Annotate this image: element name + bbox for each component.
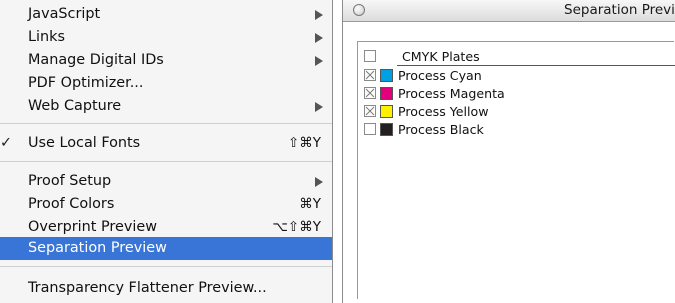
header-underline [397, 65, 675, 66]
separation-preview-window: Separation Preview CMYK Plates Process C… [342, 0, 675, 303]
menu-item-manage-digital-ids[interactable]: Manage Digital IDs [0, 49, 332, 72]
magenta-swatch [380, 87, 393, 100]
menu-item-label: Separation Preview [28, 240, 167, 256]
yellow-swatch [380, 105, 393, 118]
plate-checkbox-cyan[interactable] [364, 69, 376, 81]
menu-item-label: Transparency Flattener Preview... [28, 280, 267, 296]
menu-item-label: Manage Digital IDs [28, 52, 164, 68]
menu-item-label: Overprint Preview [28, 219, 158, 235]
menu-item-label: Use Local Fonts [28, 135, 141, 151]
submenu-arrow-icon [315, 33, 323, 43]
menu-item-links[interactable]: Links [0, 26, 332, 49]
menu-item-label: Proof Setup [28, 173, 112, 189]
plate-row-cyan[interactable]: Process Cyan [358, 67, 675, 85]
close-icon[interactable] [353, 4, 365, 16]
plate-checkbox-black[interactable] [364, 123, 376, 135]
submenu-arrow-icon [315, 56, 323, 66]
checkmark-icon: ✓ [0, 135, 13, 151]
plates-header-label: CMYK Plates [402, 49, 480, 64]
menu-item-label: Proof Colors [28, 196, 115, 212]
view-menu: JavaScript Links Manage Digital IDs PDF … [0, 0, 333, 303]
plate-row-magenta[interactable]: Process Magenta [358, 85, 675, 103]
menu-item-proof-setup[interactable]: Proof Setup [0, 170, 332, 193]
plate-label: Process Yellow [398, 104, 489, 119]
menu-item-shortcut: ⌥⇧⌘Y [272, 219, 321, 235]
plate-label: Process Cyan [398, 68, 482, 83]
menu-separator [0, 266, 332, 267]
menu-item-label: JavaScript [28, 6, 101, 22]
checkbox-x-icon [365, 88, 375, 98]
menu-item-transparency-flattener-preview[interactable]: Transparency Flattener Preview... [0, 277, 332, 300]
plate-row-yellow[interactable]: Process Yellow [358, 103, 675, 121]
menu-item-proof-colors[interactable]: Proof Colors ⌘Y [0, 193, 332, 216]
plate-label: Process Magenta [398, 86, 505, 101]
menu-item-shortcut: ⇧⌘Y [287, 135, 321, 151]
menu-item-separation-preview[interactable]: Separation Preview [0, 237, 332, 260]
submenu-arrow-icon [315, 10, 323, 20]
submenu-arrow-icon [315, 102, 323, 112]
menu-item-pdf-optimizer[interactable]: PDF Optimizer... [0, 72, 332, 95]
plate-checkbox-yellow[interactable] [364, 105, 376, 117]
window-title: Separation Preview [564, 2, 675, 18]
plates-header-row: CMYK Plates [358, 48, 675, 66]
menu-item-label: PDF Optimizer... [28, 75, 144, 91]
menu-item-javascript[interactable]: JavaScript [0, 3, 332, 26]
menu-item-label: Links [28, 29, 65, 45]
menu-item-label: Web Capture [28, 98, 122, 114]
checkbox-x-icon [365, 70, 375, 80]
submenu-arrow-icon [315, 177, 323, 187]
plate-row-black[interactable]: Process Black [358, 121, 675, 139]
menu-item-shortcut: ⌘Y [299, 196, 321, 212]
black-swatch [380, 123, 393, 136]
menu-item-overprint-preview[interactable]: Overprint Preview ⌥⇧⌘Y [0, 216, 332, 239]
plates-list: CMYK Plates Process Cyan Process Magenta… [357, 41, 675, 299]
menu-item-use-local-fonts[interactable]: ✓ Use Local Fonts ⇧⌘Y [0, 132, 332, 155]
window-titlebar[interactable]: Separation Preview [343, 0, 675, 22]
menu-item-web-capture[interactable]: Web Capture [0, 95, 332, 118]
plates-header-checkbox[interactable] [364, 50, 376, 62]
checkbox-x-icon [365, 106, 375, 116]
menu-separator [0, 161, 332, 162]
plate-checkbox-magenta[interactable] [364, 87, 376, 99]
cyan-swatch [380, 69, 393, 82]
menu-separator [0, 123, 332, 124]
plate-label: Process Black [398, 122, 484, 137]
